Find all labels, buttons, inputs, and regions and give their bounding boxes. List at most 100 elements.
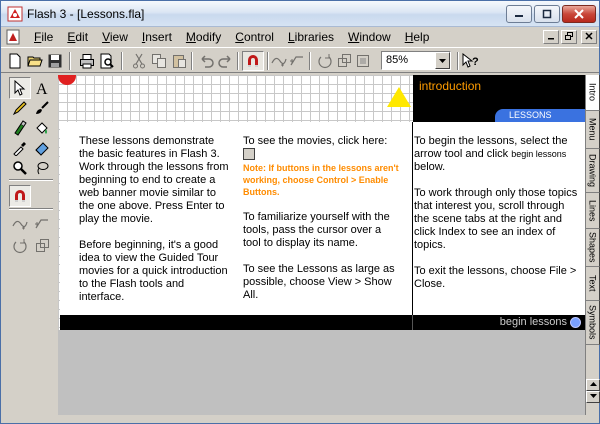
- scene-tab-symbols[interactable]: Symbols: [586, 301, 600, 345]
- undo-button[interactable]: [197, 51, 217, 71]
- scene-tab-drawing[interactable]: Drawing: [586, 149, 600, 193]
- copy-button[interactable]: [149, 51, 169, 71]
- rotate-icon: [318, 54, 332, 68]
- zoom-tool[interactable]: [9, 157, 31, 179]
- movie-button-icon[interactable]: [243, 148, 255, 160]
- movies-column: To see the movies, click here: Note: If …: [243, 135, 401, 315]
- lasso-tool[interactable]: [31, 157, 53, 179]
- begin-lessons-inline: begin lessons: [511, 149, 567, 159]
- doc-close-button[interactable]: [581, 30, 597, 44]
- open-folder-icon: [27, 56, 43, 67]
- zoom-dropdown-button[interactable]: [435, 52, 450, 69]
- chevron-up-icon: [589, 382, 597, 386]
- scissors-icon: [133, 53, 145, 69]
- begin-arrow-icon[interactable]: [570, 317, 581, 328]
- align-icon: [357, 55, 369, 67]
- begin-column: To begin the lessons, select the arrow t…: [414, 135, 580, 304]
- doc-minimize-button[interactable]: [543, 30, 559, 44]
- paint-bucket-tool[interactable]: [31, 117, 53, 139]
- toolbar-separator: [237, 52, 239, 70]
- undo-icon: [201, 55, 214, 68]
- toolbar-separator: [457, 52, 459, 70]
- copy-icon: [152, 54, 166, 68]
- stage-area[interactable]: introduction LESSONS These lessons demon…: [58, 75, 585, 415]
- smooth-button[interactable]: [269, 51, 289, 71]
- svg-text:A: A: [36, 81, 48, 96]
- paint-bucket-icon: [36, 122, 48, 134]
- open-button[interactable]: [25, 51, 45, 71]
- paste-button[interactable]: [169, 51, 189, 71]
- snap-button[interactable]: [242, 51, 264, 71]
- eraser-tool[interactable]: [31, 137, 53, 159]
- snap-modifier[interactable]: [9, 185, 31, 207]
- scale-button[interactable]: [334, 51, 354, 71]
- menu-window[interactable]: Window: [341, 27, 398, 47]
- menu-modify[interactable]: Modify: [179, 27, 228, 47]
- new-button[interactable]: [5, 51, 25, 71]
- zoom-select[interactable]: 85%: [381, 51, 451, 70]
- print-button[interactable]: [77, 51, 97, 71]
- scene-scroll-up[interactable]: [586, 379, 600, 391]
- tools-separator: [9, 179, 53, 181]
- redo-button[interactable]: [215, 51, 235, 71]
- scale-icon: [338, 54, 351, 67]
- yellow-triangle-shape[interactable]: [387, 87, 411, 107]
- straighten-icon: [35, 219, 48, 229]
- column-divider: [412, 122, 413, 315]
- main-toolbar: 85% ?: [1, 47, 599, 73]
- maximize-button[interactable]: [534, 5, 560, 23]
- scene-scroll-down[interactable]: [586, 391, 600, 403]
- begin-lessons-button[interactable]: begin lessons: [500, 316, 567, 328]
- menu-insert[interactable]: Insert: [135, 27, 179, 47]
- flash-app-icon: [7, 6, 23, 22]
- straighten-button[interactable]: [287, 51, 307, 71]
- scene-tab-text[interactable]: Text: [586, 267, 600, 301]
- pencil-icon: [12, 101, 27, 116]
- scene-tab-shapes[interactable]: Shapes: [586, 229, 600, 267]
- rotate-button[interactable]: [315, 51, 335, 71]
- scene-tab-lines[interactable]: Lines: [586, 193, 600, 229]
- dropper-tool[interactable]: [9, 137, 31, 159]
- document-icon[interactable]: [5, 29, 21, 45]
- show-all-paragraph: To see the Lessons as large as possible,…: [243, 263, 395, 301]
- help-pointer-icon: ?: [462, 53, 479, 68]
- minimize-button[interactable]: [506, 5, 532, 23]
- dropper-icon: [13, 142, 26, 156]
- movies-line: To see the movies, click here:: [243, 135, 401, 162]
- arrow-tool[interactable]: [9, 77, 31, 99]
- save-button[interactable]: [45, 51, 65, 71]
- context-help-button[interactable]: ?: [461, 51, 481, 71]
- menu-view[interactable]: View: [95, 27, 135, 47]
- align-button[interactable]: [353, 51, 373, 71]
- print-preview-button[interactable]: [97, 51, 117, 71]
- ink-bottle-tool[interactable]: [9, 117, 31, 139]
- menu-edit[interactable]: Edit: [60, 27, 95, 47]
- lessons-tab[interactable]: LESSONS: [495, 109, 585, 122]
- buttons-note: Note: If buttons in the lessons aren't w…: [243, 163, 399, 197]
- banner-title: introduction: [419, 79, 482, 93]
- menu-file[interactable]: File: [27, 27, 60, 47]
- smooth-curve-icon: [12, 220, 28, 230]
- smooth-modifier[interactable]: [9, 213, 31, 235]
- rotate-modifier[interactable]: [9, 235, 31, 257]
- brush-icon: [36, 101, 49, 114]
- menu-help[interactable]: Help: [398, 27, 437, 47]
- title-bar[interactable]: Flash 3 - [Lessons.fla]: [1, 1, 599, 27]
- tools-paragraph: To familiarize yourself with the tools, …: [243, 211, 390, 249]
- scene-tab-intro[interactable]: Intro: [586, 75, 600, 111]
- pencil-tool[interactable]: [9, 97, 31, 119]
- close-icon: [585, 32, 593, 40]
- cut-button[interactable]: [129, 51, 149, 71]
- paste-clipboard-icon: [173, 55, 186, 68]
- close-button[interactable]: [562, 5, 596, 23]
- intro-column: These lessons demonstrate the basic feat…: [79, 135, 231, 317]
- window-title: Flash 3 - [Lessons.fla]: [27, 7, 145, 21]
- scale-modifier[interactable]: [31, 235, 53, 257]
- menu-libraries[interactable]: Libraries: [281, 27, 341, 47]
- menu-control[interactable]: Control: [228, 27, 281, 47]
- doc-restore-button[interactable]: [561, 30, 577, 44]
- straighten-modifier[interactable]: [31, 213, 53, 235]
- scene-tab-menu[interactable]: Menu: [586, 111, 600, 149]
- text-tool[interactable]: A: [31, 77, 53, 99]
- brush-tool[interactable]: [31, 97, 53, 119]
